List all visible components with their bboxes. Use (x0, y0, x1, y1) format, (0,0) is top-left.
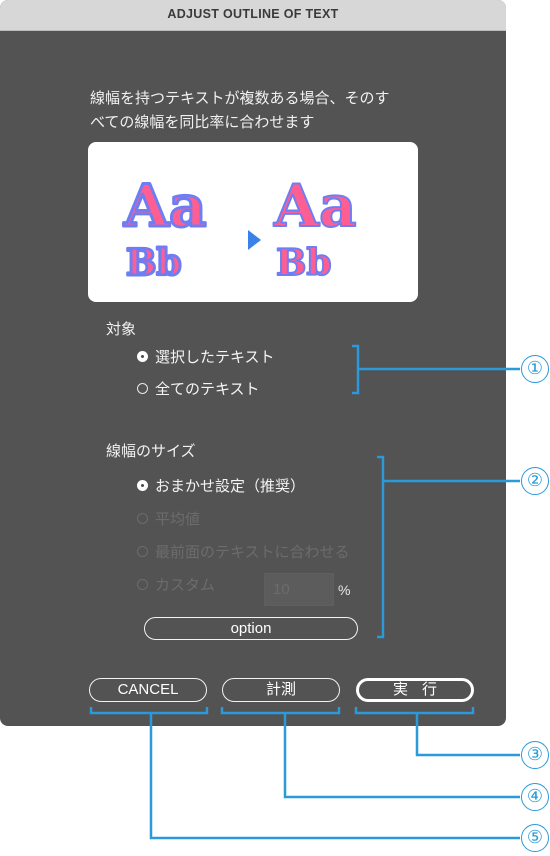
after-small-text: Bb (276, 242, 332, 284)
radio-all-text-label: 全てのテキスト (155, 380, 260, 398)
radio-auto[interactable]: おまかせ設定（推奨） (137, 475, 305, 496)
measure-button[interactable]: 計測 (222, 678, 340, 702)
radio-custom-label: カスタム (155, 576, 216, 594)
radio-selected-text[interactable]: 選択したテキスト (137, 346, 275, 367)
before-large-text: Aa (123, 172, 207, 240)
radio-selected-text-label: 選択したテキスト (155, 348, 275, 366)
before-small-text: Bb (126, 242, 182, 284)
radio-circle-icon (137, 546, 148, 557)
radio-front-most-label: 最前面のテキストに合わせる (155, 543, 350, 561)
adjust-outline-dialog: ADJUST OUTLINE OF TEXT 線幅を持つテキストが複数ある場合、… (0, 0, 506, 726)
custom-percent-input[interactable]: 10 (264, 573, 334, 606)
description: 線幅を持つテキストが複数ある場合、そのす べての線幅を同比率に合わせます (90, 86, 430, 134)
callout-1: ① (521, 355, 549, 383)
radio-circle-icon (137, 383, 148, 394)
radio-all-text[interactable]: 全てのテキスト (137, 378, 260, 399)
callout-5: ⑤ (521, 824, 549, 852)
description-line-1: 線幅を持つテキストが複数ある場合、そのす (90, 89, 390, 107)
radio-auto-label: おまかせ設定（推奨） (155, 477, 306, 495)
radio-dot-icon (137, 480, 148, 491)
callout-3: ③ (521, 741, 549, 769)
callout-4: ④ (521, 783, 549, 811)
triangle-right-icon (248, 230, 261, 250)
preview-illustration: Aa Bb Aa Bb (122, 171, 358, 286)
dialog-title: ADJUST OUTLINE OF TEXT (167, 7, 339, 21)
callout-2: ② (521, 467, 549, 495)
cancel-button-label: CANCEL (117, 681, 179, 698)
description-line-2: べての線幅を同比率に合わせます (90, 113, 315, 131)
cancel-button[interactable]: CANCEL (89, 678, 207, 702)
option-button[interactable]: option (144, 617, 358, 640)
option-button-label: option (230, 620, 272, 637)
radio-custom[interactable]: カスタム (137, 574, 215, 595)
measure-button-label: 計測 (265, 681, 296, 698)
radio-average[interactable]: 平均値 (137, 508, 200, 529)
stroke-size-label: 線幅のサイズ (106, 442, 196, 460)
target-label: 対象 (106, 320, 137, 338)
radio-average-label: 平均値 (155, 510, 201, 528)
radio-dot-icon (137, 351, 148, 362)
radio-front-most[interactable]: 最前面のテキストに合わせる (137, 541, 350, 562)
execute-button-label: 実行 (392, 681, 451, 698)
radio-circle-icon (137, 579, 148, 590)
radio-circle-icon (137, 513, 148, 524)
after-large-text: Aa (273, 172, 357, 240)
dialog-titlebar[interactable]: ADJUST OUTLINE OF TEXT (0, 0, 506, 31)
preview-image: Aa Bb Aa Bb (88, 142, 418, 302)
execute-button[interactable]: 実行 (356, 678, 474, 702)
percent-unit: % (338, 582, 351, 598)
